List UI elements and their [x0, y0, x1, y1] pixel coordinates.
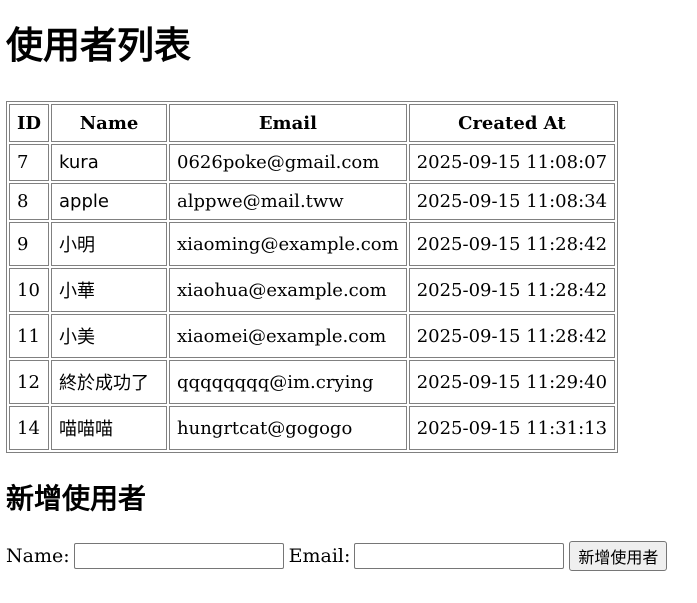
name-input[interactable]: [73, 543, 284, 569]
table-row: 11 小美 xiaomei@example.com 2025-09-15 11:…: [9, 314, 616, 358]
header-created-at: Created At: [408, 104, 616, 142]
cell-name: 小明: [51, 222, 168, 266]
cell-created-at: 2025-09-15 11:08:07: [408, 144, 616, 181]
cell-email: xiaomei@example.com: [169, 314, 407, 358]
cell-email: hungrtcat@gogogo: [169, 406, 407, 450]
users-table: ID Name Email Created At 7 kura 0626poke…: [6, 101, 619, 453]
cell-email: xiaohua@example.com: [169, 268, 407, 312]
add-user-heading: 新增使用者: [6, 482, 147, 515]
cell-email: 0626poke@gmail.com: [169, 144, 407, 181]
page-title: 使用者列表: [6, 24, 191, 67]
cell-name: apple: [51, 183, 168, 220]
cell-created-at: 2025-09-15 11:28:42: [408, 222, 616, 266]
email-input[interactable]: [354, 543, 565, 569]
table-row: 9 小明 xiaoming@example.com 2025-09-15 11:…: [9, 222, 616, 266]
cell-id: 10: [9, 268, 50, 312]
cell-created-at: 2025-09-15 11:28:42: [408, 314, 616, 358]
cell-id: 9: [9, 222, 50, 266]
cell-created-at: 2025-09-15 11:08:34: [408, 183, 616, 220]
cell-id: 12: [9, 360, 50, 404]
cell-name: 終於成功了: [51, 360, 168, 404]
table-header-row: ID Name Email Created At: [9, 104, 616, 142]
add-user-button[interactable]: 新增使用者: [569, 541, 668, 571]
cell-email: alppwe@mail.tww: [169, 183, 407, 220]
cell-id: 7: [9, 144, 50, 181]
header-name: Name: [51, 104, 168, 142]
cell-name: 小華: [51, 268, 168, 312]
add-user-form: Name: Email: 新增使用者: [6, 541, 697, 571]
cell-created-at: 2025-09-15 11:29:40: [408, 360, 616, 404]
table-row: 10 小華 xiaohua@example.com 2025-09-15 11:…: [9, 268, 616, 312]
cell-id: 14: [9, 406, 50, 450]
cell-name: 小美: [51, 314, 168, 358]
table-row: 12 終於成功了 qqqqqqqq@im.crying 2025-09-15 1…: [9, 360, 616, 404]
table-row: 14 喵喵喵 hungrtcat@gogogo 2025-09-15 11:31…: [9, 406, 616, 450]
page: 使用者列表 ID Name Email Created At 7 kura 06…: [0, 0, 697, 571]
name-label: Name:: [6, 545, 70, 567]
table-row: 8 apple alppwe@mail.tww 2025-09-15 11:08…: [9, 183, 616, 220]
cell-id: 11: [9, 314, 50, 358]
cell-created-at: 2025-09-15 11:31:13: [408, 406, 616, 450]
cell-email: xiaoming@example.com: [169, 222, 407, 266]
table-row: 7 kura 0626poke@gmail.com 2025-09-15 11:…: [9, 144, 616, 181]
cell-name: 喵喵喵: [51, 406, 168, 450]
header-email: Email: [169, 104, 407, 142]
header-id: ID: [9, 104, 50, 142]
cell-id: 8: [9, 183, 50, 220]
cell-created-at: 2025-09-15 11:28:42: [408, 268, 616, 312]
cell-name: kura: [51, 144, 168, 181]
email-label: Email:: [288, 545, 351, 567]
cell-email: qqqqqqqq@im.crying: [169, 360, 407, 404]
